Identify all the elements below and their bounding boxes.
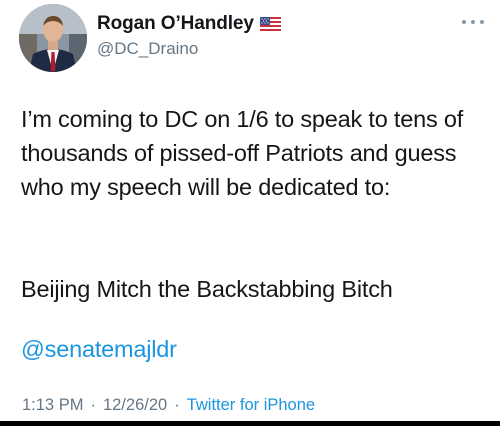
tweet-time[interactable]: 1:13 PM [22, 396, 83, 415]
meta-separator: · [174, 396, 180, 414]
meta-separator: · [90, 396, 96, 414]
profile-photo-icon [19, 4, 87, 72]
author-display-name[interactable]: Rogan O’Handley [97, 13, 254, 35]
tweet-metadata: 1:13 PM · 12/26/20 · Twitter for iPhone [22, 396, 315, 415]
mention-link[interactable]: @senatemajldr [21, 332, 177, 366]
author-handle[interactable]: @DC_Draino [97, 39, 198, 59]
bottom-divider [0, 421, 500, 426]
tweet-source-link[interactable]: Twitter for iPhone [187, 396, 315, 415]
tweet-card: Rogan O’Handley @DC_Draino I’m coming to… [0, 0, 500, 426]
us-flag-icon [259, 17, 281, 31]
tweet-text: I’m coming to DC on 1/6 to speak to tens… [21, 106, 464, 201]
avatar[interactable] [19, 4, 87, 72]
author-name-row[interactable]: Rogan O’Handley [97, 12, 281, 36]
more-options-icon[interactable] [462, 18, 484, 26]
tweet-date[interactable]: 12/26/20 [103, 396, 167, 415]
tweet-text-line: Beijing Mitch the Backstabbing Bitch [21, 276, 393, 302]
